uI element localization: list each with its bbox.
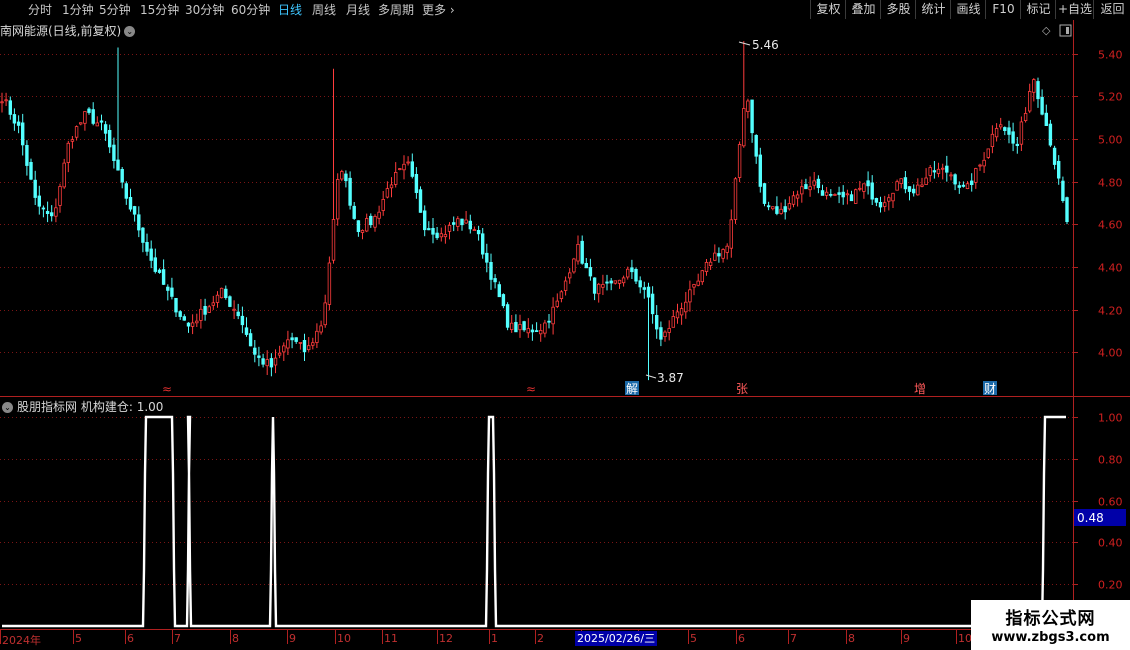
price-tick-2: 5.00 bbox=[1098, 134, 1123, 147]
date-tick-18 bbox=[956, 630, 957, 644]
date-label-1: 5 bbox=[75, 632, 82, 645]
candle-96 bbox=[398, 168, 402, 171]
event-marker-0[interactable]: ≈ bbox=[162, 382, 172, 396]
date-tick-15 bbox=[788, 630, 789, 644]
date-label-0: 2024年 bbox=[2, 634, 41, 647]
candle-126 bbox=[522, 320, 526, 332]
event-marker-5[interactable]: 财 bbox=[983, 381, 997, 396]
svg-text:解: 解 bbox=[626, 382, 638, 396]
price-tick-3: 4.80 bbox=[1098, 177, 1123, 190]
date-tick-3 bbox=[172, 630, 173, 644]
candle-55 bbox=[228, 295, 232, 308]
date-tick-2 bbox=[125, 630, 126, 644]
date-tick-4 bbox=[230, 630, 231, 644]
date-tick-1 bbox=[73, 630, 74, 644]
date-axis: 2024年56789101112123456789102025/02/26/三 bbox=[0, 630, 1130, 650]
date-tick-7 bbox=[382, 630, 383, 644]
date-label-16: 8 bbox=[848, 632, 855, 645]
candle-101 bbox=[418, 186, 423, 213]
date-label-6: 10 bbox=[337, 632, 351, 645]
date-label-5: 9 bbox=[289, 632, 296, 645]
price-tick-0: 5.40 bbox=[1098, 49, 1123, 62]
date-label-7: 11 bbox=[384, 632, 398, 645]
high-label: 5.46 bbox=[752, 38, 779, 52]
candle-184 bbox=[762, 183, 767, 207]
chart-area: 5.40 5.20 5.00 4.80 4.60 4.40 4.20 4.00 1.00 0.8… bbox=[0, 20, 1130, 630]
date-tick-10 bbox=[535, 630, 536, 644]
date-label-18: 10 bbox=[958, 632, 972, 645]
site-watermark: 指标公式网 www.zbgs3.com bbox=[971, 600, 1130, 650]
svg-text:张: 张 bbox=[736, 382, 748, 396]
price-tick-7: 4.00 bbox=[1098, 347, 1123, 360]
date-tick-0 bbox=[0, 630, 1, 644]
svg-text:≈: ≈ bbox=[162, 382, 172, 396]
price-tick-5: 4.40 bbox=[1098, 262, 1123, 275]
indicator-value: 1.00 bbox=[136, 400, 164, 414]
indicator-panel-title: ⌄ 股朋指标网 机构建仓: 1.00 bbox=[0, 398, 163, 415]
date-tick-9 bbox=[489, 630, 490, 644]
svg-text:≈: ≈ bbox=[526, 382, 536, 396]
candle-177 bbox=[733, 177, 738, 224]
date-label-15: 7 bbox=[790, 632, 797, 645]
date-label-10: 2 bbox=[537, 632, 544, 645]
date-tick-13 bbox=[688, 630, 689, 644]
candle-53 bbox=[219, 287, 224, 299]
indicator-menu-icon[interactable]: ⌄ bbox=[2, 402, 13, 413]
date-label-8: 12 bbox=[439, 632, 453, 645]
indicator-tick-3: 0.40 bbox=[1098, 537, 1123, 550]
event-marker-4[interactable]: 增 bbox=[914, 382, 926, 396]
candle-206 bbox=[854, 188, 858, 204]
candle-122 bbox=[505, 302, 510, 331]
svg-text:增: 增 bbox=[914, 382, 926, 396]
indicator-tick-0: 1.00 bbox=[1098, 412, 1123, 425]
date-label-3: 7 bbox=[174, 632, 181, 645]
candle-15 bbox=[62, 158, 66, 189]
date-tick-17 bbox=[901, 630, 902, 644]
cursor-value: 0.48 bbox=[1077, 511, 1104, 525]
candle-178 bbox=[737, 141, 742, 183]
main-panel-title: 南网能源(日线,前复权) ⌄ bbox=[0, 22, 139, 39]
diamond-icon[interactable]: ◇ bbox=[1042, 24, 1051, 37]
date-label-9: 1 bbox=[491, 632, 498, 645]
candle-121 bbox=[501, 293, 506, 309]
date-label-14: 6 bbox=[738, 632, 745, 645]
price-tick-1: 5.20 bbox=[1098, 91, 1123, 104]
event-marker-1[interactable]: ≈ bbox=[526, 382, 536, 396]
date-label-2: 6 bbox=[127, 632, 134, 645]
svg-text:财: 财 bbox=[984, 382, 996, 396]
candle-253 bbox=[1048, 119, 1053, 148]
date-tick-14 bbox=[736, 630, 737, 644]
date-label-17: 9 bbox=[903, 632, 910, 645]
candle-238 bbox=[986, 148, 990, 159]
candle-257 bbox=[1065, 196, 1069, 225]
cursor-date-box: 2025/02/26/三 bbox=[575, 631, 658, 646]
date-label-4: 8 bbox=[232, 632, 239, 645]
date-tick-16 bbox=[846, 630, 847, 644]
indicator-name: 机构建仓 bbox=[80, 400, 129, 414]
price-tick-6: 4.20 bbox=[1098, 305, 1123, 318]
date-tick-5 bbox=[287, 630, 288, 644]
candle-79 bbox=[327, 256, 332, 311]
dropdown-chevron-icon[interactable]: ⌄ bbox=[124, 26, 136, 37]
candle-138 bbox=[572, 257, 576, 274]
low-label: 3.87 bbox=[657, 371, 684, 385]
price-tick-4: 4.60 bbox=[1098, 219, 1123, 232]
date-label-13: 5 bbox=[690, 632, 697, 645]
stock-title: 南网能源(日线,前复权) bbox=[0, 24, 122, 38]
indicator-tick-1: 0.80 bbox=[1098, 454, 1123, 467]
event-marker-2[interactable]: 解 bbox=[625, 381, 639, 396]
indicator-source: 股朋指标网 bbox=[17, 400, 78, 414]
indicator-tick-2: 0.60 bbox=[1098, 496, 1123, 509]
date-tick-8 bbox=[437, 630, 438, 644]
date-tick-6 bbox=[335, 630, 336, 644]
event-marker-3[interactable]: 张 bbox=[736, 382, 748, 396]
candle-81 bbox=[335, 173, 340, 226]
indicator-tick-4: 0.20 bbox=[1098, 579, 1123, 592]
